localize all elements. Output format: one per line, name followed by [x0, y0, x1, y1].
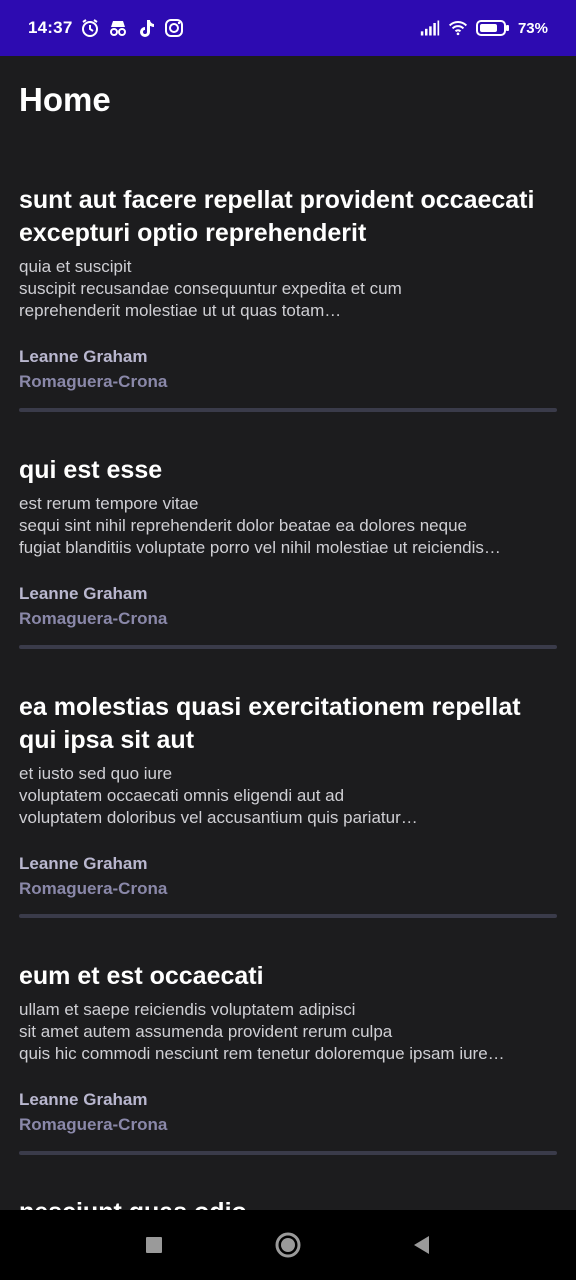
triangle-back-icon — [414, 1236, 429, 1254]
post-body-line: suscipit recusandae consequuntur expedit… — [19, 279, 402, 298]
status-left: 14:37 — [28, 18, 184, 38]
battery-percent: 73% — [517, 19, 548, 37]
post-body: ullam et saepe reiciendis voluptatem adi… — [19, 999, 557, 1065]
circle-icon — [275, 1232, 301, 1258]
post-body-line: sit amet autem assumenda provident rerum… — [19, 1022, 393, 1041]
post-body-line: et iusto sed quo iure — [19, 764, 173, 783]
incognito-icon — [108, 18, 128, 38]
status-time: 14:37 — [28, 18, 73, 37]
page-title: Home — [19, 81, 111, 118]
app-bar: Home — [0, 56, 576, 146]
post-company: Romaguera-Crona — [19, 372, 168, 391]
post-body-line: fugiat blanditiis voluptate porro vel ni… — [19, 538, 501, 557]
home-button[interactable] — [273, 1230, 303, 1260]
post-author: Leanne Graham — [19, 584, 148, 603]
post-body: et iusto sed quo iure voluptatem occaeca… — [19, 763, 557, 829]
post-body-line: ullam et saepe reiciendis voluptatem adi… — [19, 1000, 356, 1019]
post-title: nesciunt quas odio — [19, 1196, 557, 1210]
post-company: Romaguera-Crona — [19, 879, 168, 898]
post-author: Leanne Graham — [19, 347, 148, 366]
post-card[interactable]: qui est esse est rerum tempore vitae seq… — [19, 454, 557, 631]
post-body-line: quia et suscipit — [19, 257, 132, 276]
post-card[interactable]: ea molestias quasi exercitationem repell… — [19, 691, 557, 901]
post-body-line: quis hic commodi nesciunt rem tenetur do… — [19, 1044, 505, 1063]
post-body-line: est rerum tempore vitae — [19, 494, 199, 513]
battery-icon — [475, 18, 510, 38]
system-nav-bar — [0, 1210, 576, 1280]
post-company: Romaguera-Crona — [19, 1115, 168, 1134]
post-body-line: reprehenderit molestiae ut ut quas totam… — [19, 301, 342, 320]
post-divider — [19, 1151, 557, 1155]
wifi-icon — [448, 18, 468, 38]
status-bar: 14:37 73% — [0, 0, 576, 56]
status-right: 73% — [420, 18, 548, 38]
post-divider — [19, 645, 557, 649]
square-icon — [146, 1237, 162, 1253]
recents-button[interactable] — [139, 1230, 169, 1260]
post-title: ea molestias quasi exercitationem repell… — [19, 693, 521, 754]
post-body-line: voluptatem occaecati omnis eligendi aut … — [19, 786, 345, 805]
post-list[interactable]: sunt aut facere repellat provident occae… — [0, 146, 576, 1210]
post-title: qui est esse — [19, 456, 163, 484]
post-author: Leanne Graham — [19, 1090, 148, 1109]
post-body: quia et suscipit suscipit recusandae con… — [19, 256, 557, 322]
back-button[interactable] — [407, 1230, 437, 1260]
post-divider — [19, 408, 557, 412]
post-body-line: sequi sint nihil reprehenderit dolor bea… — [19, 516, 467, 535]
signal-icon — [420, 18, 440, 38]
post-company: Romaguera-Crona — [19, 609, 168, 628]
post-divider — [19, 914, 557, 918]
post-body-line: voluptatem doloribus vel accusantium qui… — [19, 808, 418, 827]
post-title: eum et est occaecati — [19, 962, 264, 990]
alarm-icon — [80, 18, 100, 38]
post-card[interactable]: nesciunt quas odio — [19, 1196, 557, 1210]
instagram-icon — [164, 18, 184, 38]
post-card[interactable]: sunt aut facere repellat provident occae… — [19, 184, 557, 394]
tiktok-icon — [136, 18, 156, 38]
post-body: est rerum tempore vitae sequi sint nihil… — [19, 493, 557, 559]
post-author: Leanne Graham — [19, 854, 148, 873]
post-title: sunt aut facere repellat provident occae… — [19, 186, 535, 247]
post-card[interactable]: eum et est occaecati ullam et saepe reic… — [19, 960, 557, 1137]
